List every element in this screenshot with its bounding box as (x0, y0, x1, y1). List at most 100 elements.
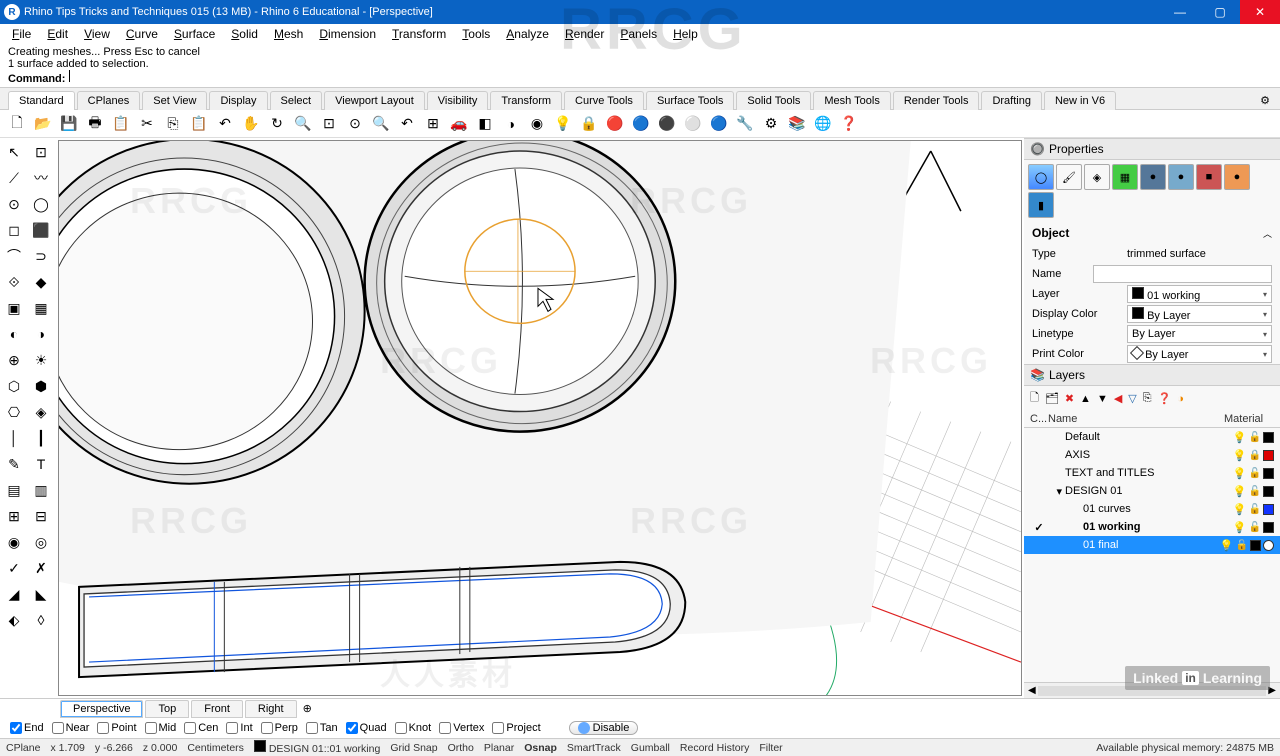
up-icon[interactable]: ▲ (1080, 393, 1091, 405)
menu-curve[interactable]: Curve (118, 27, 166, 41)
zoom-selected-icon[interactable]: 🔍 (370, 113, 392, 135)
display-color-select[interactable]: By Layer (1127, 305, 1272, 323)
decal-icon[interactable]: ▦ (1112, 164, 1138, 190)
tool-icon-29[interactable]: ⊟ (29, 504, 53, 528)
sphere-shade-icon[interactable]: ⚫ (656, 113, 678, 135)
tool-icon-8[interactable]: ⌒ (2, 244, 26, 268)
tool-icon-2[interactable]: ⟋ (2, 166, 26, 190)
object-props-icon[interactable]: ◯ (1028, 164, 1054, 190)
new-icon[interactable]: 🗋 (6, 113, 28, 135)
tools-layer-icon[interactable]: ⎘ (1143, 392, 1152, 405)
col-name[interactable]: Name (1048, 413, 1224, 425)
tool-icon-14[interactable]: ◐ (2, 322, 26, 346)
tool-icon-3[interactable]: 〰 (29, 166, 53, 190)
new-layer-icon[interactable]: 🗋 (1030, 389, 1039, 408)
status-filter[interactable]: Filter (759, 742, 782, 754)
osnap-disable-button[interactable]: Disable (569, 721, 639, 735)
menu-render[interactable]: Render (557, 27, 612, 41)
status-layer[interactable]: DESIGN 01::01 working (254, 740, 380, 755)
color-layer-icon[interactable]: ◑ (1177, 393, 1184, 405)
named-cplane-icon[interactable]: ◉ (526, 113, 548, 135)
osnap-perp[interactable]: Perp (261, 722, 298, 734)
layer-select[interactable]: 01 working (1127, 285, 1272, 303)
tab-cplanes[interactable]: CPlanes (77, 91, 141, 110)
options-icon[interactable]: 🔧 (734, 113, 756, 135)
car-icon[interactable]: 🚗 (448, 113, 470, 135)
menu-edit[interactable]: Edit (39, 27, 76, 41)
tab-display[interactable]: Display (209, 91, 267, 110)
tool-icon-20[interactable]: ⎔ (2, 400, 26, 424)
layers-icon[interactable]: 📚 (786, 113, 808, 135)
menu-file[interactable]: File (4, 27, 39, 41)
sphere-wire-icon[interactable]: ⚪ (682, 113, 704, 135)
tool-icon-31[interactable]: ◎ (29, 530, 53, 554)
tab-solid-tools[interactable]: Solid Tools (736, 91, 811, 110)
tool-icon-6[interactable]: ◻ (2, 218, 26, 242)
expand-icon[interactable]: ︿ (1263, 227, 1272, 240)
name-input[interactable] (1093, 265, 1272, 283)
menu-help[interactable]: Help (665, 27, 706, 41)
open-icon[interactable]: 📂 (32, 113, 54, 135)
layer-row[interactable]: TEXT and TITLES💡🔓 (1024, 464, 1280, 482)
status-planar[interactable]: Planar (484, 742, 514, 754)
copy-icon[interactable]: ⎘ (162, 113, 184, 135)
sphere2-icon[interactable]: ● (1168, 164, 1194, 190)
viewtab-perspective[interactable]: Perspective (60, 700, 143, 718)
status-units[interactable]: Centimeters (187, 742, 244, 754)
status-osnap[interactable]: Osnap (524, 742, 557, 754)
status-gumball[interactable]: Gumball (631, 742, 670, 754)
osnap-mid[interactable]: Mid (145, 722, 177, 734)
tool-icon-7[interactable]: ⬛ (29, 218, 53, 242)
properties-icon[interactable]: ⚙ (760, 113, 782, 135)
tool-icon-30[interactable]: ◉ (2, 530, 26, 554)
tool-icon-35[interactable]: ◣ (29, 582, 53, 606)
material-icon[interactable]: 🖌 (1056, 164, 1082, 190)
zoom-icon[interactable]: 🔍 (292, 113, 314, 135)
osnap-point[interactable]: Point (97, 722, 136, 734)
command-area[interactable]: Creating meshes... Press Esc to cancel 1… (0, 44, 1280, 88)
tab-standard[interactable]: Standard (8, 91, 75, 110)
texture-icon[interactable]: ◈ (1084, 164, 1110, 190)
tool-icon-26[interactable]: ▤ (2, 478, 26, 502)
layer-row[interactable]: AXIS💡🔒 (1024, 446, 1280, 464)
rotate-view-icon[interactable]: ↻ (266, 113, 288, 135)
tab-drafting[interactable]: Drafting (981, 91, 1042, 110)
help-layer-icon[interactable]: ❓ (1158, 392, 1172, 405)
status-ortho[interactable]: Ortho (448, 742, 474, 754)
tool-icon-1[interactable]: ⊡ (29, 140, 53, 164)
menu-mesh[interactable]: Mesh (266, 27, 311, 41)
tool-icon-10[interactable]: ⟐ (2, 270, 26, 294)
tool-icon-34[interactable]: ◢ (2, 582, 26, 606)
tool-icon-24[interactable]: ✎ (2, 452, 26, 476)
filter-off-icon[interactable]: ◀ (1114, 392, 1122, 405)
tool-icon-21[interactable]: ◈ (29, 400, 53, 424)
osnap-cen[interactable]: Cen (184, 722, 218, 734)
layer-row[interactable]: 01 curves💡🔓 (1024, 500, 1280, 518)
gear-icon[interactable]: ⚙ (1250, 91, 1280, 110)
paste-icon[interactable]: 📋 (188, 113, 210, 135)
osnap-quad[interactable]: Quad (346, 722, 387, 734)
down-icon[interactable]: ▼ (1097, 393, 1108, 405)
layer-row[interactable]: Default💡🔓 (1024, 428, 1280, 446)
print-color-select[interactable]: By Layer (1127, 345, 1272, 363)
help-icon[interactable]: ❓ (838, 113, 860, 135)
print-icon[interactable]: 🖶 (84, 113, 106, 135)
tool-icon-33[interactable]: ✗ (29, 556, 53, 580)
osnap-tan[interactable]: Tan (306, 722, 338, 734)
4view-icon[interactable]: ⊞ (422, 113, 444, 135)
tool-icon-15[interactable]: ◑ (29, 322, 53, 346)
menu-solid[interactable]: Solid (223, 27, 266, 41)
tool-icon-19[interactable]: ⬢ (29, 374, 53, 398)
tool-icon-13[interactable]: ▦ (29, 296, 53, 320)
delete-layer-icon[interactable]: ✖ (1065, 392, 1074, 405)
sphere-tex-icon[interactable]: 🔵 (630, 113, 652, 135)
tool-icon-11[interactable]: ◆ (29, 270, 53, 294)
undo-view-icon[interactable]: ↶ (396, 113, 418, 135)
tool-icon-17[interactable]: ☀ (29, 348, 53, 372)
viewtab-front[interactable]: Front (191, 700, 243, 718)
tool-icon-18[interactable]: ⬡ (2, 374, 26, 398)
cplane-icon[interactable]: ◧ (474, 113, 496, 135)
layers-header[interactable]: 📚 Layers (1024, 364, 1280, 386)
tab-render-tools[interactable]: Render Tools (893, 91, 980, 110)
tab-curve-tools[interactable]: Curve Tools (564, 91, 644, 110)
